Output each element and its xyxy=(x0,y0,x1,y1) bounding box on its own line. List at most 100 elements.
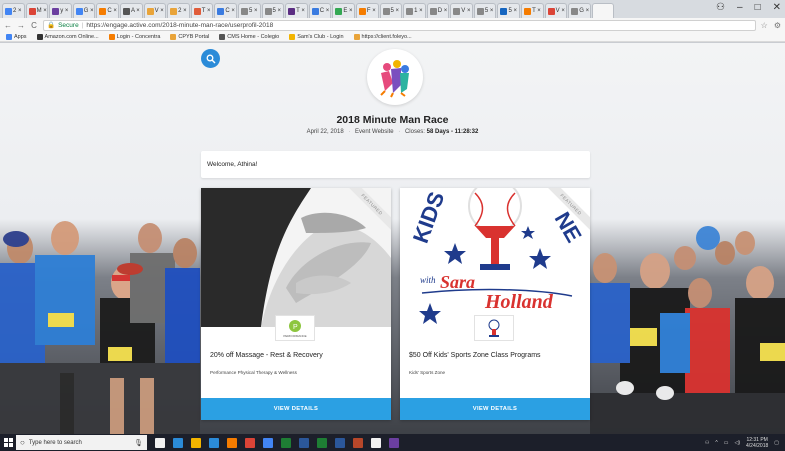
start-button[interactable] xyxy=(0,434,16,451)
browser-tab[interactable]: 5 × xyxy=(237,3,261,18)
event-meta: April 22, 2018 · Event Website · Closes:… xyxy=(0,129,785,135)
url-field[interactable]: 🔒 Secure | https://engage.active.com/201… xyxy=(43,19,756,31)
star-icon[interactable]: ☆ xyxy=(761,21,768,30)
browser-tab[interactable]: V × xyxy=(544,3,568,18)
browser-tab[interactable]: y × xyxy=(49,3,72,18)
taskbar-app-icon[interactable] xyxy=(263,437,273,448)
bookmark-favicon-icon xyxy=(289,33,296,40)
browser-tab[interactable]: 2 × xyxy=(167,3,190,18)
tab-favicon-icon xyxy=(358,7,366,15)
bookmark-item[interactable]: Apps xyxy=(6,33,27,40)
forward-icon[interactable]: → xyxy=(17,21,25,30)
taskbar-app-icon[interactable] xyxy=(209,437,219,448)
browser-tab[interactable]: D × xyxy=(426,3,450,18)
bookmark-item[interactable]: CPYB Portal xyxy=(170,33,209,40)
back-icon[interactable]: ← xyxy=(4,21,12,30)
welcome-text: Welcome, Athina! xyxy=(207,161,258,168)
tray-arrow-icon[interactable]: ^ xyxy=(715,440,717,446)
clock[interactable]: 12:31 PM 4/24/2018 xyxy=(746,437,768,449)
tab-label: F × xyxy=(366,8,376,14)
massage-photo: FEATURED xyxy=(201,188,391,327)
taskbar-app-icon[interactable] xyxy=(317,437,327,448)
browser-tab[interactable]: C × xyxy=(214,3,237,18)
network-icon[interactable]: ▭ xyxy=(724,440,729,446)
people-icon[interactable]: ⚇ xyxy=(705,440,709,446)
windows-icon xyxy=(3,438,13,447)
card-subtitle: Performance Physical Therapy & Wellness xyxy=(210,370,297,375)
tab-label: V × xyxy=(555,8,565,14)
tab-label: 5 × xyxy=(508,8,517,14)
taskbar-app-icon[interactable] xyxy=(335,437,345,448)
kids-zone-image: KIDS NE with Sara Holland FEATURED xyxy=(400,188,590,327)
view-details-button[interactable]: VIEW DETAILS xyxy=(201,398,391,420)
search-button[interactable] xyxy=(201,49,220,68)
browser-tab[interactable]: F × xyxy=(355,3,379,18)
browser-tab[interactable]: M × xyxy=(25,3,49,18)
browser-tab[interactable]: T × xyxy=(190,3,214,18)
microphone-icon[interactable]: 🎙 xyxy=(134,439,147,447)
bookmark-item[interactable]: Amazon.com Online... xyxy=(36,33,99,40)
kids-sports-zone-logo-icon xyxy=(488,319,500,337)
browser-tab[interactable]: T × xyxy=(521,3,544,18)
user-icon[interactable]: ⚇ xyxy=(716,2,725,13)
tab-label: E × xyxy=(343,8,353,14)
taskbar-app-icon[interactable] xyxy=(389,437,399,448)
offer-card-kids-sports[interactable]: KIDS NE with Sara Holland FEATURED $50 O… xyxy=(400,188,590,420)
volume-icon[interactable]: ◁) xyxy=(735,440,741,446)
taskbar-app-icon[interactable] xyxy=(245,437,255,448)
closes-countdown: 58 Days - 11:28:32 xyxy=(426,129,479,135)
taskbar-app-icon[interactable] xyxy=(191,437,201,448)
tab-label: T × xyxy=(532,8,541,14)
tab-label: G × xyxy=(579,8,590,14)
browser-tab[interactable]: V × xyxy=(450,3,473,18)
bookmark-item[interactable]: Sam's Club - Login xyxy=(289,33,344,40)
window-controls: ⚇ – □ ✕ xyxy=(716,2,781,13)
bookmark-label: Login - Concentra xyxy=(116,33,161,40)
tab-label: y × xyxy=(60,8,69,14)
bookmark-favicon-icon xyxy=(108,33,115,40)
browser-tab[interactable]: T × xyxy=(285,3,308,18)
taskbar-app-icon[interactable] xyxy=(227,437,237,448)
bookmark-item[interactable]: Login - Concentra xyxy=(108,33,161,40)
taskbar-app-icon[interactable] xyxy=(353,437,363,448)
browser-tab[interactable]: E × xyxy=(332,3,355,18)
bookmark-item[interactable]: https://client.foleyo... xyxy=(353,33,412,40)
close-button[interactable]: ✕ xyxy=(773,2,781,13)
minimize-button[interactable]: – xyxy=(737,2,743,13)
browser-tab[interactable]: 5 × xyxy=(473,3,497,18)
browser-tab[interactable]: G × xyxy=(72,3,96,18)
browser-tab[interactable] xyxy=(591,3,615,18)
browser-tab[interactable]: C × xyxy=(96,3,119,18)
maximize-button[interactable]: □ xyxy=(755,2,761,13)
browser-tab[interactable]: 2 × xyxy=(2,3,25,18)
notifications-icon[interactable]: ▢ xyxy=(774,440,779,446)
taskbar-app-icon[interactable] xyxy=(281,437,291,448)
taskbar-search-box[interactable]: ○ Type here to search 🎙 xyxy=(16,435,147,450)
tab-favicon-icon xyxy=(122,7,130,15)
taskbar-app-icon[interactable] xyxy=(173,437,183,448)
offer-card-massage[interactable]: FEATURED P PERFORMANCE 20% off Massage -… xyxy=(201,188,391,420)
view-details-button[interactable]: VIEW DETAILS xyxy=(400,398,590,420)
taskbar-app-icon[interactable] xyxy=(299,437,309,448)
taskbar-app-icon[interactable] xyxy=(155,437,165,448)
card-title: $50 Off Kids' Sports Zone Class Programs xyxy=(409,352,541,359)
tab-favicon-icon xyxy=(547,7,555,15)
event-website-link[interactable]: Event Website xyxy=(355,129,394,135)
browser-tab[interactable]: 5 × xyxy=(497,3,521,18)
browser-tab[interactable]: V × xyxy=(143,3,167,18)
taskbar-app-icon[interactable] xyxy=(371,437,381,448)
extension-icon[interactable]: ⚙ xyxy=(774,21,781,30)
event-title: 2018 Minute Man Race xyxy=(336,114,449,126)
tab-favicon-icon xyxy=(52,7,60,15)
reload-icon[interactable]: C xyxy=(30,21,38,30)
browser-tab[interactable]: C × xyxy=(308,3,332,18)
tab-favicon-icon xyxy=(28,7,36,15)
browser-tab[interactable]: 5 × xyxy=(379,3,403,18)
tab-label: C × xyxy=(319,8,330,14)
browser-tab[interactable]: A × xyxy=(119,3,143,18)
browser-tab[interactable]: G × xyxy=(568,3,591,18)
bookmark-item[interactable]: CMS Home - Colegio xyxy=(219,33,279,40)
browser-tab[interactable]: 5 × xyxy=(261,3,285,18)
browser-tab[interactable]: 1 × xyxy=(403,3,426,18)
tab-label: C × xyxy=(107,8,117,14)
